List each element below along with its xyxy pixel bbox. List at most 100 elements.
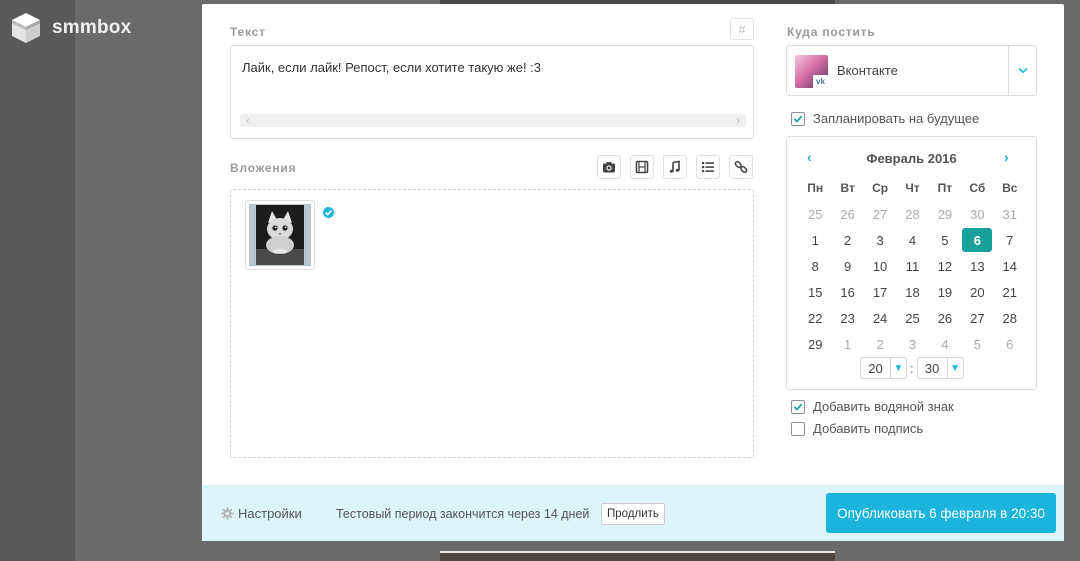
calendar-day[interactable]: 27 [961,305,993,331]
calendar-day[interactable]: 17 [864,279,896,305]
post-text-area[interactable]: Лайк, если лайк! Репост, если хотите так… [230,45,754,139]
calendar-day[interactable]: 12 [929,253,961,279]
calendar-day[interactable]: 10 [864,253,896,279]
calendar-day[interactable]: 29 [799,331,831,357]
calendar-day-selected[interactable]: 6 [961,227,993,253]
extend-trial-button[interactable]: Продлить [601,503,665,525]
attachment-selected-icon[interactable] [321,205,336,220]
add-audio-button[interactable] [663,155,687,179]
calendar-day[interactable]: 3 [864,227,896,253]
calendar-day[interactable]: 7 [994,227,1026,253]
calendar-day[interactable]: 23 [831,305,863,331]
add-link-button[interactable] [729,155,753,179]
calendar-day[interactable]: 1 [831,331,863,357]
calendar-day[interactable]: 9 [831,253,863,279]
calendar-day[interactable]: 29 [929,201,961,227]
calendar-day[interactable]: 18 [896,279,928,305]
day-number: 5 [973,336,981,352]
calendar-day[interactable]: 27 [864,201,896,227]
watermark-option[interactable]: Добавить водяной знак [791,399,954,414]
hashtag-button[interactable]: # [730,18,754,40]
calendar-day[interactable]: 4 [929,331,961,357]
add-poll-button[interactable] [696,155,720,179]
logo-box-icon [12,13,40,43]
add-photo-button[interactable] [597,155,621,179]
calendar-day[interactable]: 2 [831,227,863,253]
day-number: 17 [872,284,888,300]
minute-select[interactable]: 30 ▼ [916,357,964,379]
calendar-day[interactable]: 3 [896,331,928,357]
horizontal-scrollbar[interactable]: ‹ › [240,114,746,127]
schedule-option[interactable]: Запланировать на будущее [791,111,979,126]
attachment-thumbnail[interactable] [245,200,336,270]
day-number: 29 [807,336,823,352]
calendar-day[interactable]: 4 [896,227,928,253]
scroll-right-icon[interactable]: › [736,115,740,127]
calendar-day[interactable]: 5 [961,331,993,357]
calendar-day[interactable]: 19 [929,279,961,305]
calendar-day[interactable]: 26 [831,201,863,227]
vk-badge-icon: vk [813,75,828,88]
day-number: 31 [1002,206,1017,222]
calendar-day[interactable]: 21 [994,279,1026,305]
attachments-label: Вложения [230,161,297,175]
calendar-day[interactable]: 30 [961,201,993,227]
calendar-day[interactable]: 6 [994,331,1026,357]
network-select[interactable]: vk Вконтакте [786,45,1037,96]
schedule-checkbox[interactable] [791,111,805,126]
day-number: 13 [970,258,985,274]
day-number: 2 [876,336,884,352]
settings-link[interactable]: Настройки [221,506,302,521]
calendar-day[interactable]: 31 [994,201,1026,227]
signature-option[interactable]: Добавить подпись [791,421,923,436]
settings-label[interactable]: Настройки [238,506,302,521]
calendar-day[interactable]: 15 [799,279,831,305]
day-number: 3 [908,336,917,352]
calendar-day[interactable]: 28 [994,305,1026,331]
calendar-day[interactable]: 16 [831,279,863,305]
day-number: 2 [844,232,852,248]
add-video-button[interactable] [630,155,654,179]
schedule-label[interactable]: Запланировать на будущее [813,111,979,126]
calendar-day[interactable]: 24 [864,305,896,331]
calendar-day[interactable]: 25 [896,305,928,331]
calendar-day[interactable]: 25 [799,201,831,227]
trial-period-text: Тестовый период закончится через 14 дней [336,507,590,521]
calendar-day[interactable]: 1 [799,227,831,253]
checkmark-icon [793,115,803,123]
weekday-label: Вс [1002,181,1018,195]
day-number: 11 [905,258,920,274]
calendar-day[interactable]: 28 [896,201,928,227]
calendar-day[interactable]: 8 [799,253,831,279]
watermark-checkbox[interactable] [791,399,805,414]
post-text[interactable]: Лайк, если лайк! Репост, если хотите так… [242,60,541,75]
calendar-day[interactable]: 20 [961,279,993,305]
app-logo[interactable]: smmbox [8,10,131,46]
day-number: 29 [937,206,953,222]
chevron-down-icon [1017,67,1028,74]
calendar-day[interactable]: 14 [994,253,1026,279]
scroll-left-icon[interactable]: ‹ [246,115,250,127]
group-avatar: vk [795,55,828,88]
hour-select[interactable]: 20 ▼ [860,357,907,379]
calendar-day[interactable]: 2 [864,331,896,357]
day-number: 12 [937,258,953,274]
publish-button[interactable]: Опубликовать 6 февраля в 20:30 [826,493,1056,533]
watermark-label[interactable]: Добавить водяной знак [813,399,954,414]
network-dropdown-button[interactable] [1008,46,1036,95]
day-number: 25 [905,310,920,326]
checkmark-icon [793,403,803,411]
chevron-down-icon[interactable]: ▼ [890,358,906,378]
signature-checkbox[interactable] [791,421,805,436]
signature-label[interactable]: Добавить подпись [813,421,923,436]
chevron-down-icon[interactable]: ▼ [946,358,963,378]
calendar-day[interactable]: 22 [799,305,831,331]
attachments-drop-zone[interactable] [230,189,754,458]
next-month-icon[interactable]: › [1004,149,1020,165]
camera-icon [603,162,615,173]
calendar-day[interactable]: 13 [961,253,993,279]
calendar-day[interactable]: 11 [896,253,928,279]
calendar-day[interactable]: 5 [929,227,961,253]
day-number: 4 [908,232,917,248]
calendar-day[interactable]: 26 [929,305,961,331]
